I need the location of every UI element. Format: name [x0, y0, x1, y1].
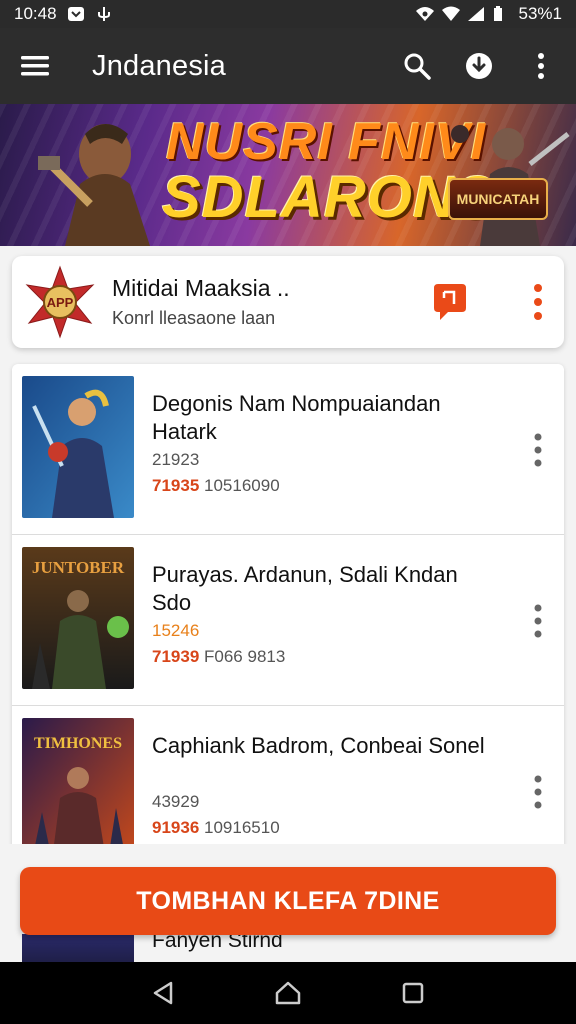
download-icon[interactable]: [462, 49, 496, 83]
list-item[interactable]: JUNTOBER Purayas. Ardanun, Sdali Kndan S…: [12, 535, 564, 706]
game-stat-value: 10916510: [204, 818, 280, 837]
promo-banner[interactable]: NUSRI FNIVI SDLARONS MUNICATAH: [0, 104, 576, 246]
featured-app-subtitle: Konrl lleasaone laan: [112, 308, 276, 328]
signal-icon: [467, 6, 485, 22]
banner-title-line1: NUSRI FNIVI: [166, 113, 487, 171]
game-stats: 91936 10916510: [152, 818, 280, 838]
game-thumbnail: [22, 934, 134, 962]
status-time: 10:48: [14, 4, 57, 23]
featured-app-name: Mitidai Maaksia ..: [112, 275, 290, 301]
app-title: Jndanesia: [92, 49, 227, 82]
more-vert-icon[interactable]: [528, 282, 548, 322]
more-vert-icon[interactable]: [528, 774, 548, 810]
battery-percent: 53%1: [518, 4, 562, 23]
game-count: 21923: [152, 450, 200, 469]
app-bar: Jndanesia: [0, 28, 576, 104]
notification-icon: [67, 6, 85, 22]
game-thumbnail: TIMHONES: [22, 718, 134, 860]
more-vert-icon[interactable]: [528, 603, 548, 639]
game-stat-value: 10516090: [204, 476, 280, 495]
wifi-icon: [441, 6, 460, 22]
status-bar: 10:48 53%1: [0, 0, 576, 28]
usb-icon: [95, 6, 113, 22]
app-logo: APP: [22, 264, 98, 340]
game-count: 15246: [152, 621, 200, 640]
banner-badge: MUNICATAH: [448, 178, 548, 220]
navigation-bar: [0, 962, 576, 1024]
battery-icon: [493, 6, 511, 22]
home-icon[interactable]: [272, 977, 304, 1009]
share-icon[interactable]: [430, 282, 470, 322]
recents-icon[interactable]: [397, 977, 429, 1009]
list-item[interactable]: TIMHONES Caphiank Badrom, Conbeai Sonel …: [12, 706, 564, 864]
search-icon[interactable]: [400, 49, 434, 83]
game-thumbnail: [22, 376, 134, 518]
game-stat-value: F066 9813: [204, 647, 286, 666]
game-thumbnail: JUNTOBER: [22, 547, 134, 689]
game-title: Degonis Nam Nompuaiandan Hatark: [152, 391, 441, 444]
game-title: Purayas. Ardanun, Sdali Kndan Sdo: [152, 562, 458, 615]
game-count: 43929: [152, 792, 200, 811]
game-stat-highlight: 71935: [152, 476, 200, 495]
game-stat-highlight: 71939: [152, 647, 200, 666]
vpn-icon: [415, 6, 434, 22]
more-vert-icon[interactable]: [524, 49, 558, 83]
menu-icon[interactable]: [18, 49, 52, 83]
more-vert-icon[interactable]: [528, 432, 548, 468]
hero-left-image: [38, 124, 150, 246]
back-icon[interactable]: [147, 977, 179, 1009]
game-stats: 71935 10516090: [152, 476, 280, 496]
game-stat-highlight: 91936: [152, 818, 200, 837]
game-list: Degonis Nam Nompuaiandan Hatark 21923 71…: [12, 364, 564, 864]
hero-right-image: [451, 125, 570, 246]
primary-action-button[interactable]: TOMBHAN KLEFA 7DINE: [20, 867, 556, 935]
featured-app-card[interactable]: APP Mitidai Maaksia .. Konrl lleasaone l…: [12, 256, 564, 348]
app-logo-text: APP: [47, 295, 74, 310]
thumb-label: JUNTOBER: [32, 558, 125, 577]
list-item[interactable]: Degonis Nam Nompuaiandan Hatark 21923 71…: [12, 364, 564, 535]
thumb-label: TIMHONES: [34, 735, 122, 752]
game-stats: 71939 F066 9813: [152, 647, 285, 667]
game-title: Caphiank Badrom, Conbeai Sonel: [152, 733, 485, 758]
